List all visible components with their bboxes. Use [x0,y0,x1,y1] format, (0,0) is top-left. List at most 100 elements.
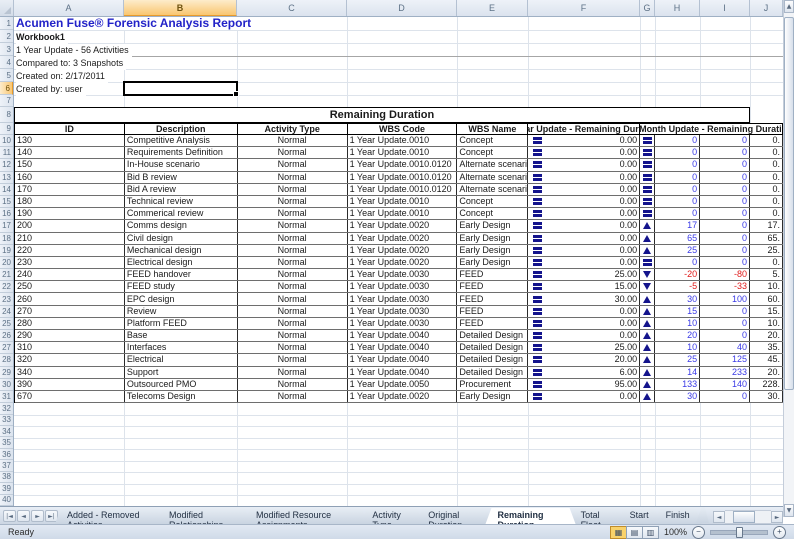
cell-description[interactable]: Electrical design [125,257,238,268]
row-header-13[interactable]: 13 [0,172,13,184]
cell-baseline-remaining-duration[interactable]: 0.00 [528,220,640,231]
row-header-2[interactable]: 2 [0,30,13,43]
cell-activity-type[interactable]: Normal [238,257,348,268]
cell-trend-indicator[interactable] [640,135,655,146]
cell-wbs-code[interactable]: 1 Year Update.0010 [348,196,458,207]
cell-remaining-duration[interactable]: 30. [750,391,783,402]
row-header-6[interactable]: 6 [0,82,13,95]
row-header-27[interactable]: 27 [0,342,13,354]
cell-trend-indicator[interactable] [640,208,655,219]
cell-baseline-remaining-duration[interactable]: 0.00 [528,318,640,329]
cell-wbs-name[interactable]: FEED [457,293,528,304]
cell-delta-percent[interactable]: 0 [700,233,750,244]
cell-wbs-name[interactable]: Early Design [457,233,528,244]
cell-activity-type[interactable]: Normal [238,172,348,183]
row-header-35[interactable]: 35 [0,437,13,448]
cell-activity-type[interactable]: Normal [238,330,348,341]
cell-delta[interactable]: 20 [655,330,700,341]
fill-handle[interactable] [233,91,239,97]
zoom-in-button[interactable]: + [773,526,786,539]
column-header-I[interactable]: I [700,0,750,16]
cell-remaining-duration[interactable]: 0. [750,135,783,146]
cell-delta[interactable]: 65 [655,233,700,244]
cell-activity-type[interactable]: Normal [238,135,348,146]
row-header-38[interactable]: 38 [0,472,13,483]
cell-delta-percent[interactable]: 233 [700,367,750,378]
column-header-C[interactable]: C [237,0,347,16]
cell-description[interactable]: Review [125,306,238,317]
row-header-31[interactable]: 31 [0,391,13,403]
cell-trend-indicator[interactable] [640,147,655,158]
zoom-slider-thumb[interactable] [736,527,743,538]
row-header-24[interactable]: 24 [0,306,13,318]
zoom-slider-track[interactable] [710,530,768,535]
cell-id[interactable]: 180 [15,196,125,207]
cell-delta[interactable]: -20 [655,269,700,280]
cell-id[interactable]: 280 [15,318,125,329]
cell-trend-indicator[interactable] [640,172,655,183]
row-header-3[interactable]: 3 [0,43,13,56]
sheet-tab-total-float[interactable]: Total Float [569,508,625,524]
cell-id[interactable]: 220 [15,245,125,256]
row-header-33[interactable]: 33 [0,415,13,426]
cell-id[interactable]: 130 [15,135,125,146]
cell-description[interactable]: Commerical review [125,208,238,219]
column-header-A[interactable]: A [14,0,124,16]
column-header-F[interactable]: F [528,0,640,16]
cell-remaining-duration[interactable]: 0. [750,147,783,158]
vertical-scroll-thumb[interactable] [784,17,794,390]
sheet-tab-original-duration[interactable]: Original Duration [416,508,492,524]
scroll-down-button[interactable]: ▼ [784,504,794,517]
row-header-7[interactable]: 7 [0,95,13,107]
cell-delta[interactable]: 25 [655,354,700,365]
cell-delta[interactable]: 30 [655,391,700,402]
row-header-1[interactable]: 1 [0,17,13,30]
cell-delta-percent[interactable]: 0 [700,196,750,207]
row-header-28[interactable]: 28 [0,354,13,366]
cell-wbs-name[interactable]: Concept [457,135,528,146]
cell-trend-indicator[interactable] [640,269,655,280]
cell-description[interactable]: Requirements Definition [125,147,238,158]
cell-description[interactable]: Outsourced PMO [125,379,238,390]
cell-description[interactable]: Comms design [125,220,238,231]
cell-wbs-code[interactable]: 1 Year Update.0040 [348,367,458,378]
row-header-19[interactable]: 19 [0,245,13,257]
cell-wbs-code[interactable]: 1 Year Update.0010 [348,147,458,158]
row-header-26[interactable]: 26 [0,330,13,342]
cell-description[interactable]: Platform FEED [125,318,238,329]
cell-delta[interactable]: 133 [655,379,700,390]
cell-trend-indicator[interactable] [640,245,655,256]
cell-description[interactable]: Mechanical design [125,245,238,256]
cell-baseline-remaining-duration[interactable]: 0.00 [528,330,640,341]
row-header-10[interactable]: 10 [0,135,13,147]
cell-delta[interactable]: 15 [655,306,700,317]
cell-trend-indicator[interactable] [640,318,655,329]
cell-remaining-duration[interactable]: 15. [750,306,783,317]
row-header-34[interactable]: 34 [0,426,13,437]
cell-trend-indicator[interactable] [640,196,655,207]
row-header-14[interactable]: 14 [0,184,13,196]
row-header-40[interactable]: 40 [0,495,13,506]
cell-baseline-remaining-duration[interactable]: 0.00 [528,257,640,268]
cell-wbs-code[interactable]: 1 Year Update.0040 [348,330,458,341]
cell-activity-type[interactable]: Normal [238,379,348,390]
row-header-25[interactable]: 25 [0,318,13,330]
cell-trend-indicator[interactable] [640,354,655,365]
cell-baseline-remaining-duration[interactable]: 0.00 [528,245,640,256]
cell-delta[interactable]: 10 [655,342,700,353]
cell-trend-indicator[interactable] [640,367,655,378]
cell-delta[interactable]: 0 [655,196,700,207]
cell-baseline-remaining-duration[interactable]: 0.00 [528,306,640,317]
cell-wbs-name[interactable]: Detailed Design [457,342,528,353]
cell-remaining-duration[interactable]: 10. [750,281,783,292]
cell-activity-type[interactable]: Normal [238,318,348,329]
cell-id[interactable]: 160 [15,172,125,183]
horizontal-scroll-track[interactable] [725,510,771,524]
cell-delta-percent[interactable]: 40 [700,342,750,353]
sheet-tab-activity-type[interactable]: Activity Type [360,508,423,524]
scroll-left-button[interactable]: ◄ [713,511,725,523]
previous-sheet-button[interactable]: ◄ [17,510,30,522]
vertical-scrollbar[interactable]: ▲ ▼ [783,0,794,517]
cell-baseline-remaining-duration[interactable]: 0.00 [528,233,640,244]
cell-id[interactable]: 150 [15,159,125,170]
